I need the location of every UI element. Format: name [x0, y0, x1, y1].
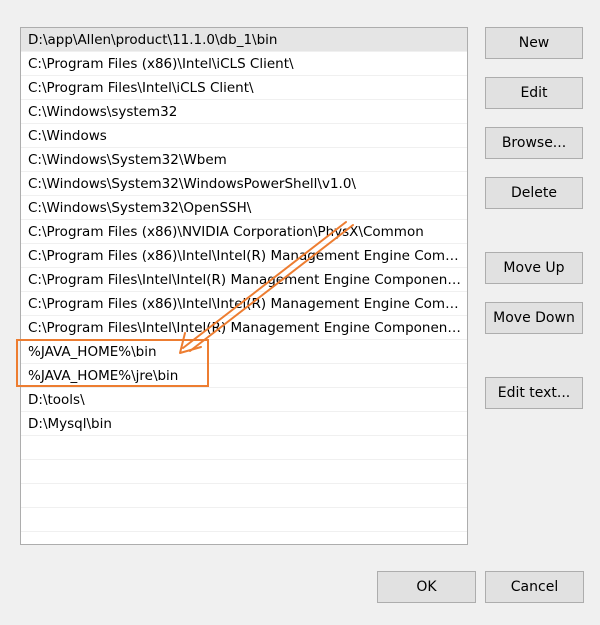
list-item[interactable]: C:\Program Files\Intel\iCLS Client\: [21, 76, 467, 100]
empty-list-row[interactable]: [21, 484, 467, 508]
delete-button[interactable]: Delete: [485, 177, 583, 209]
list-item[interactable]: C:\Program Files (x86)\Intel\Intel(R) Ma…: [21, 244, 467, 268]
move-down-button[interactable]: Move Down: [485, 302, 583, 334]
list-item[interactable]: C:\Program Files (x86)\NVIDIA Corporatio…: [21, 220, 467, 244]
edit-button[interactable]: Edit: [485, 77, 583, 109]
edit-text-button[interactable]: Edit text...: [485, 377, 583, 409]
list-item[interactable]: C:\Windows\System32\Wbem: [21, 148, 467, 172]
list-item[interactable]: C:\Program Files (x86)\Intel\iCLS Client…: [21, 52, 467, 76]
browse-button[interactable]: Browse...: [485, 127, 583, 159]
list-item[interactable]: %JAVA_HOME%\jre\bin: [21, 364, 467, 388]
list-item[interactable]: %JAVA_HOME%\bin: [21, 340, 467, 364]
path-rows: D:\app\Allen\product\11.1.0\db_1\bin C:\…: [21, 28, 467, 532]
list-item[interactable]: C:\Windows: [21, 124, 467, 148]
new-button[interactable]: New: [485, 27, 583, 59]
move-up-button[interactable]: Move Up: [485, 252, 583, 284]
list-item[interactable]: C:\Windows\System32\WindowsPowerShell\v1…: [21, 172, 467, 196]
list-item[interactable]: D:\app\Allen\product\11.1.0\db_1\bin: [21, 28, 467, 52]
list-item[interactable]: C:\Windows\System32\OpenSSH\: [21, 196, 467, 220]
path-list[interactable]: D:\app\Allen\product\11.1.0\db_1\bin C:\…: [20, 27, 468, 545]
empty-list-row[interactable]: [21, 460, 467, 484]
list-item[interactable]: C:\Program Files (x86)\Intel\Intel(R) Ma…: [21, 292, 467, 316]
list-item[interactable]: C:\Windows\system32: [21, 100, 467, 124]
ok-button[interactable]: OK: [377, 571, 476, 603]
cancel-button[interactable]: Cancel: [485, 571, 584, 603]
empty-list-row[interactable]: [21, 508, 467, 532]
list-item[interactable]: C:\Program Files\Intel\Intel(R) Manageme…: [21, 316, 467, 340]
list-item[interactable]: C:\Program Files\Intel\Intel(R) Manageme…: [21, 268, 467, 292]
list-item[interactable]: D:\tools\: [21, 388, 467, 412]
empty-list-row[interactable]: [21, 436, 467, 460]
list-item[interactable]: D:\Mysql\bin: [21, 412, 467, 436]
